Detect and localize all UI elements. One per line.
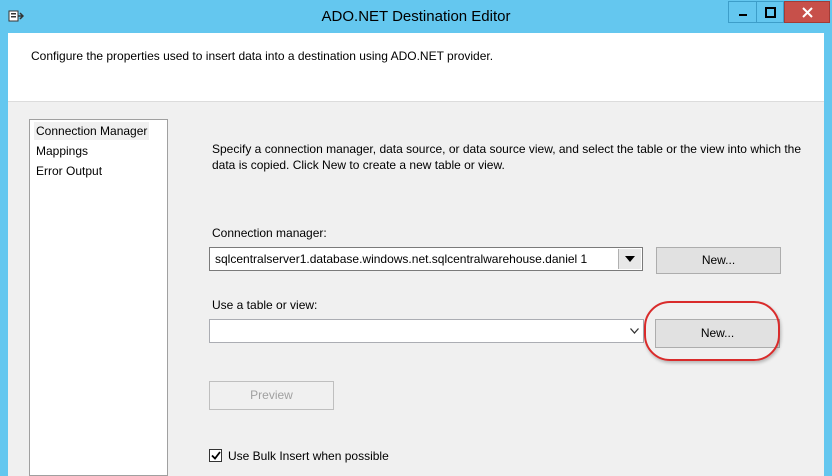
- chevron-down-icon[interactable]: [630, 328, 639, 334]
- preview-button[interactable]: Preview: [209, 381, 334, 410]
- dropdown-arrow-button[interactable]: [618, 249, 641, 269]
- minimize-icon: [738, 14, 747, 16]
- checkmark-icon: [210, 451, 221, 460]
- bulk-insert-label[interactable]: Use Bulk Insert when possible: [228, 449, 389, 463]
- minimize-button[interactable]: [728, 1, 756, 23]
- page-navigation-list: Connection Manager Mappings Error Output: [29, 119, 168, 476]
- table-or-view-dropdown[interactable]: [209, 319, 644, 343]
- nav-item-error-output[interactable]: Error Output: [34, 162, 104, 180]
- bulk-insert-checkbox[interactable]: [209, 449, 222, 462]
- close-icon: [801, 6, 813, 18]
- connection-manager-value: sqlcentralserver1.database.windows.net.s…: [215, 252, 588, 266]
- table-or-view-label: Use a table or view:: [212, 298, 318, 312]
- window-border-left: [0, 33, 8, 476]
- header-panel: Configure the properties used to insert …: [8, 33, 824, 102]
- maximize-button[interactable]: [756, 1, 784, 23]
- nav-item-mappings[interactable]: Mappings: [34, 142, 90, 160]
- title-bar: ADO.NET Destination Editor: [0, 0, 832, 33]
- nav-item-connection-manager[interactable]: Connection Manager: [34, 122, 150, 140]
- connection-manager-label: Connection manager:: [212, 226, 327, 240]
- instructions-text: Specify a connection manager, data sourc…: [212, 142, 802, 172]
- connection-manager-dropdown[interactable]: sqlcentralserver1.database.windows.net.s…: [209, 247, 643, 271]
- window-border-right: [824, 33, 832, 476]
- maximize-icon: [764, 6, 776, 18]
- highlight-annotation-ring: [644, 301, 780, 361]
- new-connection-button[interactable]: New...: [656, 247, 781, 274]
- window-title: ADO.NET Destination Editor: [321, 8, 511, 25]
- chevron-down-icon: [625, 256, 635, 262]
- close-button[interactable]: [784, 1, 830, 23]
- header-description: Configure the properties used to insert …: [31, 49, 494, 63]
